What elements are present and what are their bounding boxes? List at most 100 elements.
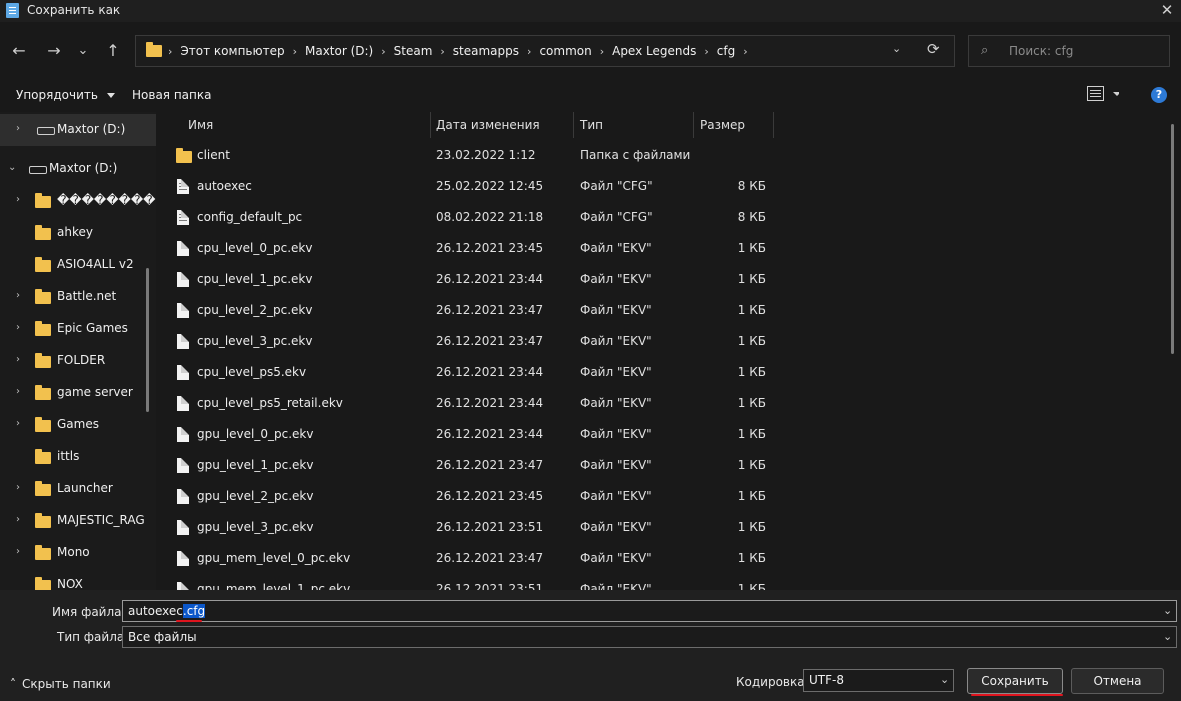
forward-button[interactable]: →	[43, 40, 65, 62]
up-button[interactable]: ↑	[102, 40, 124, 62]
sidebar-item-folder[interactable]: NOX	[0, 569, 156, 590]
column-header-size[interactable]: Размер	[700, 118, 745, 132]
filename-input[interactable]: autoexec.cfg ⌄	[122, 600, 1177, 622]
save-button[interactable]: Сохранить	[967, 668, 1063, 694]
sidebar-item-label: ahkey	[57, 225, 93, 239]
hide-folders-label: Скрыть папки	[22, 677, 111, 691]
sidebar-item-folder[interactable]: › FOLDER	[0, 345, 156, 377]
list-item[interactable]: gpu_level_3_pc.ekv 26.12.2021 23:51 Файл…	[160, 512, 1181, 543]
chevron-right-icon: ›	[704, 44, 709, 58]
list-item[interactable]: gpu_level_2_pc.ekv 26.12.2021 23:45 Файл…	[160, 481, 1181, 512]
list-item[interactable]: cpu_level_1_pc.ekv 26.12.2021 23:44 Файл…	[160, 264, 1181, 295]
column-header-name[interactable]: Имя	[188, 118, 213, 132]
organize-button[interactable]: Упорядочить	[16, 88, 115, 102]
breadcrumb-steam[interactable]: Steam	[394, 44, 433, 58]
file-name: cpu_level_1_pc.ekv	[197, 272, 313, 286]
sidebar-item-folder[interactable]: › game server	[0, 377, 156, 409]
column-divider[interactable]	[693, 112, 694, 138]
list-item[interactable]: cpu_level_2_pc.ekv 26.12.2021 23:47 Файл…	[160, 295, 1181, 326]
list-item[interactable]: gpu_mem_level_0_pc.ekv 26.12.2021 23:47 …	[160, 543, 1181, 574]
sidebar-item-label: FOLDER	[57, 353, 106, 367]
list-item[interactable]: cpu_level_ps5.ekv 26.12.2021 23:44 Файл …	[160, 357, 1181, 388]
list-item[interactable]: gpu_level_1_pc.ekv 26.12.2021 23:47 Файл…	[160, 450, 1181, 481]
file-icon	[177, 365, 189, 380]
sidebar-item-folder[interactable]: › Launcher	[0, 473, 156, 505]
chevron-right-icon[interactable]: ›	[16, 290, 20, 301]
sidebar-item-folder[interactable]: › MAJESTIC_RAG	[0, 505, 156, 537]
view-options-button[interactable]	[1087, 86, 1121, 102]
sidebar-item-folder[interactable]: › Epic Games	[0, 313, 156, 345]
sidebar-item-folder[interactable]: › ��������	[0, 185, 156, 217]
chevron-right-icon[interactable]: ›	[16, 194, 20, 205]
list-item[interactable]: cpu_level_0_pc.ekv 26.12.2021 23:45 Файл…	[160, 233, 1181, 264]
list-item[interactable]: autoexec 25.02.2022 12:45 Файл "CFG" 8 К…	[160, 171, 1181, 202]
breadcrumb-drive[interactable]: Maxtor (D:)	[305, 44, 373, 58]
list-item[interactable]: cpu_level_3_pc.ekv 26.12.2021 23:47 Файл…	[160, 326, 1181, 357]
window-title: Сохранить как	[27, 3, 121, 17]
list-item[interactable]: config_default_pc 08.02.2022 21:18 Файл …	[160, 202, 1181, 233]
sidebar-item-folder[interactable]: ahkey	[0, 217, 156, 249]
list-item[interactable]: gpu_mem_level_1_pc.ekv 26.12.2021 23:51 …	[160, 574, 1181, 590]
sidebar-item-folder[interactable]: › Games	[0, 409, 156, 441]
breadcrumb-steamapps[interactable]: steamapps	[453, 44, 519, 58]
file-size: 1 КБ	[737, 365, 766, 379]
file-name: gpu_level_1_pc.ekv	[197, 458, 314, 472]
sidebar-item-folder[interactable]: ASIO4ALL v2	[0, 249, 156, 281]
breadcrumb-this-pc[interactable]: Этот компьютер	[180, 44, 284, 58]
chevron-right-icon[interactable]: ›	[16, 482, 20, 493]
breadcrumb-common[interactable]: common	[539, 44, 591, 58]
list-item[interactable]: client 23.02.2022 1:12 Папка с файлами	[160, 140, 1181, 171]
address-bar[interactable]: › Этот компьютер › Maxtor (D:) › Steam ›…	[135, 35, 955, 67]
cancel-button[interactable]: Отмена	[1071, 668, 1164, 694]
breadcrumb-apex-legends[interactable]: Apex Legends	[612, 44, 696, 58]
sidebar-item-drive-pinned[interactable]: › Maxtor (D:)	[0, 114, 156, 146]
chevron-down-icon[interactable]: ⌄	[1163, 630, 1172, 643]
sort-ascending-icon: ˄	[301, 112, 306, 118]
filename-label: Имя файла:	[52, 605, 126, 619]
sidebar-item-folder[interactable]: › Battle.net	[0, 281, 156, 313]
column-header-type[interactable]: Тип	[580, 118, 603, 132]
chevron-right-icon[interactable]: ›	[16, 386, 20, 397]
chevron-down-icon[interactable]: ⌄	[940, 673, 949, 686]
chevron-down-icon[interactable]: ⌄	[8, 162, 16, 173]
encoding-select[interactable]: UTF-8 ⌄	[803, 669, 954, 692]
sidebar-item-folder[interactable]: ittls	[0, 441, 156, 473]
chevron-down-icon[interactable]: ⌄	[1163, 604, 1172, 617]
sidebar-item-drive[interactable]: ⌄ Maxtor (D:)	[0, 153, 156, 185]
column-divider[interactable]	[430, 112, 431, 138]
column-divider[interactable]	[773, 112, 774, 138]
column-header-date[interactable]: Дата изменения	[436, 118, 540, 132]
chevron-right-icon[interactable]: ›	[16, 546, 20, 557]
breadcrumb-cfg[interactable]: cfg	[717, 44, 735, 58]
refresh-button[interactable]: ⟳	[927, 40, 940, 58]
chevron-right-icon[interactable]: ›	[16, 123, 20, 134]
file-date: 26.12.2021 23:45	[436, 489, 544, 503]
address-history-dropdown[interactable]: ⌄	[892, 42, 901, 55]
sidebar-item-folder[interactable]: › Mono	[0, 537, 156, 569]
chevron-right-icon[interactable]: ›	[16, 514, 20, 525]
hide-folders-button[interactable]: ˄ Скрыть папки	[10, 677, 111, 691]
back-button[interactable]: ←	[8, 40, 30, 62]
list-item[interactable]: cpu_level_ps5_retail.ekv 26.12.2021 23:4…	[160, 388, 1181, 419]
filetype-select[interactable]: Все файлы ⌄	[122, 626, 1177, 648]
close-window-button[interactable]: ✕	[1158, 1, 1176, 19]
search-input[interactable]: ⌕ Поиск: cfg	[968, 35, 1170, 67]
chevron-right-icon[interactable]: ›	[16, 354, 20, 365]
sidebar-item-label: NOX	[57, 577, 83, 590]
chevron-right-icon[interactable]: ›	[16, 418, 20, 429]
column-divider[interactable]	[573, 112, 574, 138]
chevron-right-icon: ›	[599, 44, 605, 58]
sidebar-item-label: Epic Games	[57, 321, 128, 335]
file-date: 26.12.2021 23:44	[436, 396, 544, 410]
sidebar-item-label: ASIO4ALL v2	[57, 257, 134, 271]
filetype-value: Все файлы	[128, 630, 197, 644]
sidebar-scrollbar[interactable]	[146, 268, 149, 412]
recent-locations-button[interactable]: ⌄	[72, 40, 94, 62]
new-folder-button[interactable]: Новая папка	[132, 88, 211, 102]
file-list-scrollbar[interactable]	[1171, 124, 1174, 354]
file-type: Папка с файлами	[580, 148, 691, 162]
help-icon[interactable]: ?	[1151, 87, 1167, 103]
list-item[interactable]: gpu_level_0_pc.ekv 26.12.2021 23:44 Файл…	[160, 419, 1181, 450]
chevron-right-icon[interactable]: ›	[743, 45, 747, 58]
chevron-right-icon[interactable]: ›	[16, 322, 20, 333]
